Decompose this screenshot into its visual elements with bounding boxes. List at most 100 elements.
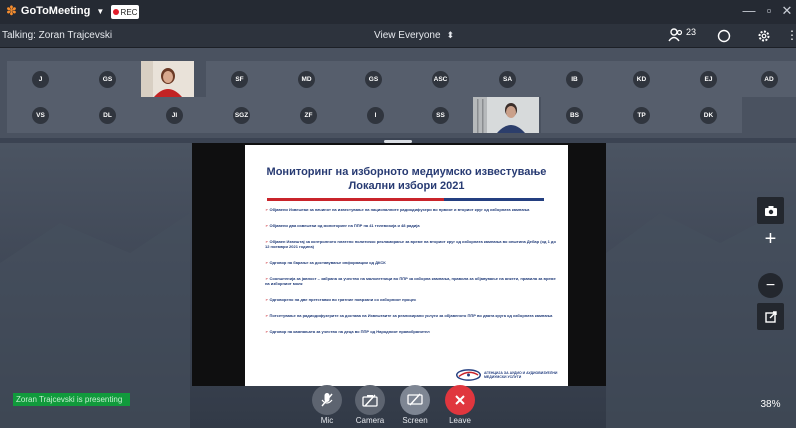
- title-bar: ✽ GoToMeeting ▼ REC — ▫ ✕: [0, 0, 796, 24]
- view-mode-label: View Everyone: [374, 30, 441, 41]
- slide-bullet: ➢ Потсетување на радиодифузерите за дост…: [265, 313, 553, 318]
- presentation-slide: Мониторинг на изборното медиумско извест…: [245, 145, 568, 386]
- participant-initials: VS: [32, 106, 49, 124]
- slide-bullet: ➢ Одговор на барање за доставување инфор…: [265, 260, 386, 265]
- screen-share-icon: [407, 393, 423, 406]
- screen-share-button[interactable]: [400, 385, 430, 415]
- agency-logo: АГЕНЦИЈА ЗА АУДИО И АУДИОВИЗУЕЛНИ МЕДИУМ…: [456, 366, 566, 384]
- app-name: GoToMeeting: [20, 5, 91, 17]
- agency-emblem-icon: [456, 369, 481, 381]
- participant-initials: JI: [166, 106, 183, 124]
- slide-bullet: ➢ Објавени Извештаи за начинот на извест…: [265, 207, 530, 212]
- slide-blue-divider: [444, 198, 544, 201]
- screen-share-stage: Мониторинг на изборното медиумско извест…: [0, 143, 796, 428]
- participant-initials: I: [367, 106, 384, 124]
- participant-tile[interactable]: ZF: [275, 97, 342, 133]
- meeting-info-bar: Talking: Zoran Trajcevski View Everyone …: [0, 24, 796, 48]
- chat-button[interactable]: [717, 29, 731, 46]
- attendee-count: 23: [686, 27, 697, 37]
- participant-tile[interactable]: GS: [74, 61, 141, 97]
- close-window-button[interactable]: ✕: [780, 3, 794, 19]
- participant-tile[interactable]: TP: [608, 97, 675, 133]
- minimize-window-button[interactable]: —: [742, 3, 756, 18]
- participant-initials: MD: [298, 70, 315, 88]
- participant-tile[interactable]: SGZ: [208, 97, 275, 133]
- camera-off-icon: [362, 394, 378, 407]
- talking-indicator: Talking: Zoran Trajcevski: [2, 30, 113, 41]
- participant-initials: SA: [499, 70, 516, 88]
- leave-button[interactable]: [445, 385, 475, 415]
- pop-out-button[interactable]: [757, 303, 784, 330]
- participant-tile[interactable]: IB: [541, 61, 608, 97]
- settings-button[interactable]: [757, 29, 771, 46]
- participant-initials: IB: [566, 70, 583, 88]
- participant-tile[interactable]: JI: [141, 97, 208, 133]
- slide-red-divider: [267, 198, 444, 201]
- participant-initials: ZF: [300, 106, 317, 124]
- pop-out-icon: [764, 310, 777, 323]
- camera-label: Camera: [355, 416, 385, 425]
- webcam-feed-image: [141, 61, 194, 97]
- presenting-badge: Zoran Trajcevski is presenting: [13, 393, 130, 406]
- participant-initials: KD: [633, 70, 650, 88]
- participant-initials: J: [32, 70, 49, 88]
- participant-tile[interactable]: DK: [675, 97, 742, 133]
- shared-screen: Мониторинг на изборното медиумско извест…: [192, 143, 606, 386]
- participant-tile[interactable]: SF: [206, 61, 273, 97]
- participant-video-woman[interactable]: [141, 61, 194, 97]
- participant-tile[interactable]: SA: [474, 61, 541, 97]
- slide-bullet-list: ➢ Објавени Извештаи за начинот на извест…: [265, 207, 561, 345]
- agency-name: АГЕНЦИЈА ЗА АУДИО И АУДИОВИЗУЕЛНИ МЕДИУМ…: [483, 370, 558, 379]
- webcam-feed-image: [473, 97, 539, 133]
- participant-tile[interactable]: AD: [742, 61, 796, 97]
- participant-initials: GS: [365, 70, 382, 88]
- minus-icon: −: [765, 276, 776, 294]
- slide-title-line-2: Локални избори 2021: [348, 180, 465, 192]
- participant-tile[interactable]: KD: [608, 61, 675, 97]
- participant-tile[interactable]: DL: [74, 97, 141, 133]
- mic-button[interactable]: [312, 385, 342, 415]
- participant-initials: BS: [566, 106, 583, 124]
- app-menu-button[interactable]: ✽ GoToMeeting ▼: [6, 4, 104, 18]
- chat-bubble-icon: [717, 29, 731, 43]
- snapshot-button[interactable]: [757, 197, 784, 224]
- participant-tile[interactable]: BS: [541, 97, 608, 133]
- restore-window-button[interactable]: ▫: [762, 3, 776, 18]
- participant-initials: SGZ: [233, 106, 250, 124]
- slide-title-line-1: Мониторинг на изборното медиумско извест…: [266, 166, 547, 178]
- recording-label: REC: [120, 7, 138, 17]
- chevron-down-icon: ▼: [96, 6, 105, 16]
- slide-bullet: ➢ Објавени два извештаи од мониторинг на…: [265, 223, 420, 228]
- camera-button[interactable]: [355, 385, 385, 415]
- participant-tile[interactable]: J: [7, 61, 74, 97]
- participant-initials: EJ: [700, 70, 717, 88]
- participant-initials: DK: [700, 106, 717, 124]
- slide-title: Мониторинг на изборното медиумско извест…: [245, 165, 568, 193]
- recording-badge: REC: [111, 5, 139, 19]
- participant-initials: ASC: [432, 70, 449, 88]
- participant-tile[interactable]: SS: [407, 97, 474, 133]
- view-mode-selector[interactable]: View Everyone ⬍: [374, 30, 454, 41]
- participant-tile[interactable]: EJ: [675, 61, 742, 97]
- zoom-in-button[interactable]: +: [757, 226, 784, 253]
- participant-tile[interactable]: I: [342, 97, 409, 133]
- microphone-muted-icon: [321, 393, 333, 407]
- gotomeeting-logo-icon: ✽: [6, 3, 17, 18]
- participant-tile[interactable]: GS: [340, 61, 407, 97]
- participant-initials: SS: [432, 106, 449, 124]
- participant-video-man[interactable]: [473, 97, 539, 133]
- participant-tile[interactable]: ASC: [407, 61, 474, 97]
- kebab-menu-icon: ⋮: [786, 28, 796, 42]
- gear-icon: [758, 30, 770, 42]
- participant-tile[interactable]: MD: [273, 61, 340, 97]
- participant-tile[interactable]: VS: [7, 97, 74, 133]
- zoom-out-button[interactable]: −: [758, 273, 783, 298]
- slide-bullet: ➢ Соопштенија за јавност – забрана за уч…: [265, 276, 556, 286]
- camera-icon: [764, 205, 777, 216]
- people-icon: [668, 28, 683, 42]
- participant-initials: GS: [99, 70, 116, 88]
- slide-bullet: ➢ Одговор на кампањата за учество на дец…: [265, 329, 430, 334]
- more-options-button[interactable]: ⋮: [786, 28, 796, 42]
- participant-initials: AD: [760, 70, 778, 88]
- attendees-button[interactable]: 23: [668, 27, 696, 43]
